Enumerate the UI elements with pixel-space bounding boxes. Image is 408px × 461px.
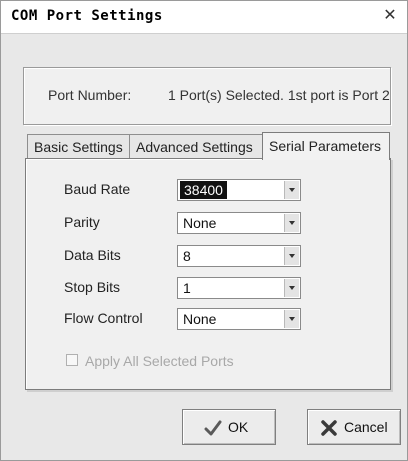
data-bits-value: 8 bbox=[183, 248, 191, 264]
port-number-label: Port Number: bbox=[48, 87, 132, 103]
stop-bits-value: 1 bbox=[183, 280, 191, 296]
chevron-down-icon[interactable] bbox=[284, 279, 299, 297]
cancel-button[interactable]: Cancel bbox=[307, 409, 401, 445]
tab-basic-settings[interactable]: Basic Settings bbox=[27, 134, 130, 158]
baud-rate-value: 38400 bbox=[180, 181, 227, 199]
port-number-value: 1 Port(s) Selected. 1st port is Port 2 bbox=[168, 87, 390, 103]
chevron-down-icon[interactable] bbox=[284, 214, 299, 232]
baud-rate-select[interactable]: 38400 bbox=[177, 179, 301, 201]
flow-control-select[interactable]: None bbox=[177, 308, 301, 330]
parity-label: Parity bbox=[64, 214, 100, 230]
chevron-down-icon[interactable] bbox=[284, 310, 299, 328]
x-icon bbox=[321, 420, 337, 436]
checkmark-icon bbox=[204, 420, 222, 436]
apply-all-label: Apply All Selected Ports bbox=[85, 353, 234, 369]
close-button[interactable]: ✕ bbox=[381, 7, 399, 25]
baud-rate-label: Baud Rate bbox=[64, 181, 131, 197]
title-bar[interactable]: COM Port Settings ✕ bbox=[1, 1, 407, 34]
tab-advanced-settings-label: Advanced Settings bbox=[136, 139, 253, 155]
stop-bits-label: Stop Bits bbox=[64, 279, 121, 295]
data-bits-select[interactable]: 8 bbox=[177, 245, 301, 267]
ok-button-label: OK bbox=[228, 419, 249, 435]
apply-all-checkbox[interactable] bbox=[66, 354, 78, 366]
tab-basic-settings-label: Basic Settings bbox=[34, 139, 123, 155]
com-port-settings-dialog: COM Port Settings ✕ Port Number: 1 Port(… bbox=[0, 0, 408, 461]
chevron-down-icon[interactable] bbox=[284, 181, 299, 199]
tab-serial-parameters-label: Serial Parameters bbox=[269, 138, 382, 154]
stop-bits-select[interactable]: 1 bbox=[177, 277, 301, 299]
window-title: COM Port Settings bbox=[11, 8, 163, 24]
port-number-groupbox: Port Number: 1 Port(s) Selected. 1st por… bbox=[23, 67, 391, 125]
tab-advanced-settings[interactable]: Advanced Settings bbox=[129, 134, 263, 158]
parity-value: None bbox=[183, 215, 217, 231]
data-bits-label: Data Bits bbox=[64, 247, 121, 263]
flow-control-label: Flow Control bbox=[64, 310, 143, 326]
ok-button[interactable]: OK bbox=[182, 409, 276, 445]
tab-serial-parameters[interactable]: Serial Parameters bbox=[262, 132, 390, 160]
parity-select[interactable]: None bbox=[177, 212, 301, 234]
serial-parameters-panel: Baud Rate 38400 Parity None Data Bits 8 … bbox=[25, 158, 391, 390]
flow-control-value: None bbox=[183, 311, 217, 327]
chevron-down-icon[interactable] bbox=[284, 247, 299, 265]
cancel-button-label: Cancel bbox=[344, 419, 388, 435]
